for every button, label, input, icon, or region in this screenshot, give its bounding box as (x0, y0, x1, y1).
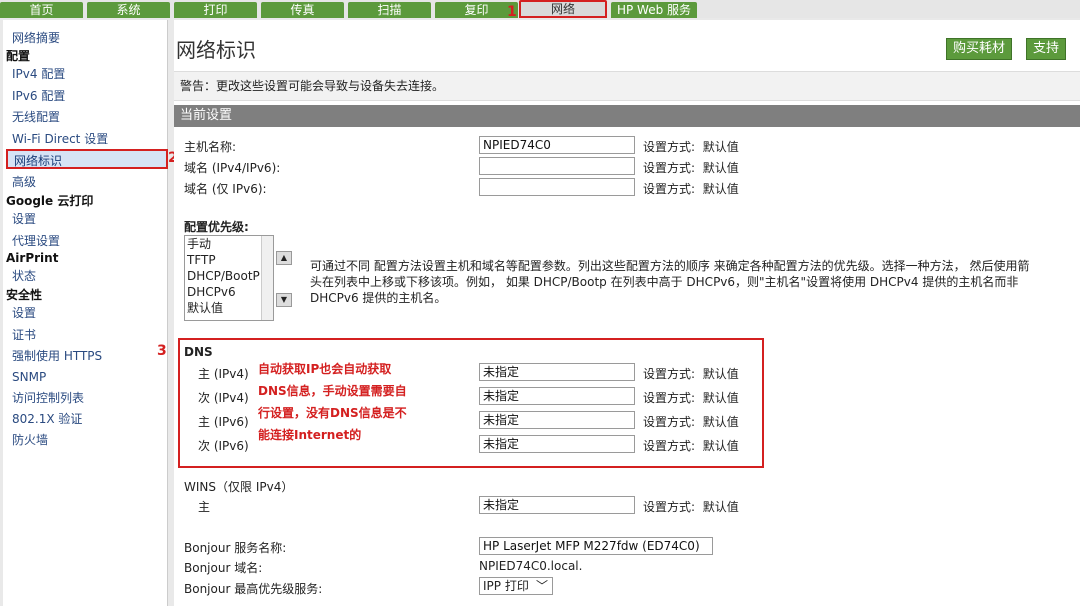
tab-scan[interactable]: 扫描 (348, 2, 431, 18)
dns-title: DNS (184, 345, 213, 359)
bonjour-domain-label: Bonjour 域名: (184, 561, 263, 575)
sidebar-item-airprint-status[interactable]: 状态 (3, 266, 168, 286)
warning-message: 警告：更改这些设置可能会导致与设备失去连接。 (174, 71, 1080, 101)
support-button[interactable]: 支持 (1026, 38, 1067, 60)
dns-secondary-ipv6-config-method: 设置方式: 默认值 (643, 439, 739, 453)
config-priority-label: 配置优先级: (184, 220, 249, 234)
bonjour-service-name-label: Bonjour 服务名称: (184, 541, 287, 555)
wins-primary-label: 主 (198, 500, 211, 514)
dns-secondary-ipv4-config-method: 设置方式: 默认值 (643, 391, 739, 405)
bonjour-domain-value: NPIED74C0.local. (479, 559, 583, 573)
bonjour-priority-service-label: Bonjour 最高优先级服务: (184, 582, 323, 596)
domain-ipv6-only-input[interactable] (479, 178, 635, 196)
sidebar-heading-config: 配置 (6, 49, 31, 63)
sidebar-item-access-control-list[interactable]: 访问控制列表 (3, 388, 168, 408)
domain-ipv4-ipv6-label: 域名 (IPv4/IPv6): (184, 161, 281, 175)
domain-ipv4-ipv6-config-method: 设置方式: 默认值 (643, 161, 739, 175)
sidebar-item-network-identity[interactable]: 网络标识 (6, 149, 168, 169)
tab-system[interactable]: 系统 (87, 2, 170, 18)
tab-hp-web-services[interactable]: HP Web 服务 (611, 2, 697, 18)
chevron-down-icon: ﹀ (535, 579, 548, 593)
top-tab-bar: 首页 系统 打印 传真 扫描 复印 1 网络 HP Web 服务 (0, 0, 1080, 20)
bonjour-service-name-input[interactable]: HP LaserJet MFP M227fdw (ED74C0) (479, 537, 713, 555)
tab-fax[interactable]: 传真 (261, 2, 344, 18)
list-item[interactable]: TFTP (185, 252, 273, 268)
sidebar-item-snmp[interactable]: SNMP (3, 367, 168, 387)
hostname-input[interactable]: NPIED74C0 (479, 136, 635, 154)
dns-primary-ipv6-config-method: 设置方式: 默认值 (643, 415, 739, 429)
annotation-marker-3: 3 (157, 343, 167, 359)
domain-ipv6-only-label: 域名 (仅 IPv6): (184, 182, 267, 196)
list-item[interactable]: 默认值 (185, 300, 273, 316)
hostname-label: 主机名称: (184, 140, 237, 154)
sidebar-item-certificates[interactable]: 证书 (3, 325, 168, 345)
dns-secondary-ipv4-label: 次 (IPv4) (198, 391, 249, 405)
dns-secondary-ipv6-label: 次 (IPv6) (198, 439, 249, 453)
dns-secondary-ipv6-input[interactable]: 未指定 (479, 435, 635, 453)
page-title: 网络标识 (176, 38, 256, 62)
dns-primary-ipv4-input[interactable]: 未指定 (479, 363, 635, 381)
sidebar-item-network-summary[interactable]: 网络摘要 (3, 28, 168, 48)
bonjour-priority-service-select[interactable]: IPP 打印 ﹀ (479, 577, 553, 595)
dns-annotation-note: 自动获取IP也会自动获取DNS信息，手动设置需要自行设置，没有DNS信息是不能连… (258, 362, 407, 442)
move-up-button[interactable]: ▲ (276, 251, 292, 265)
wins-primary-config-method: 设置方式: 默认值 (643, 500, 739, 514)
sidebar-item-advanced[interactable]: 高级 (3, 172, 168, 192)
domain-ipv4-ipv6-input[interactable] (479, 157, 635, 175)
sidebar-item-firewall[interactable]: 防火墙 (3, 430, 168, 450)
wins-title: WINS（仅限 IPv4） (184, 480, 294, 494)
sidebar-heading-airprint: AirPrint (6, 251, 59, 265)
list-item[interactable]: DHCP/BootP (185, 268, 273, 284)
bonjour-priority-service-value: IPP 打印 (483, 579, 529, 593)
sidebar-item-gcp-settings[interactable]: 设置 (3, 209, 168, 229)
main-panel: 网络标识 购买耗材 支持 警告：更改这些设置可能会导致与设备失去连接。 当前设置… (174, 20, 1080, 606)
config-priority-listbox[interactable]: 手动 TFTP DHCP/BootP DHCPv6 默认值 (184, 235, 274, 321)
hostname-config-method: 设置方式: 默认值 (643, 140, 739, 154)
domain-ipv6-only-config-method: 设置方式: 默认值 (643, 182, 739, 196)
sidebar-item-ipv6-config[interactable]: IPv6 配置 (3, 86, 168, 106)
sidebar: 网络摘要 配置 IPv4 配置 IPv6 配置 无线配置 Wi-Fi Direc… (3, 20, 168, 606)
sidebar-item-ipv4-config[interactable]: IPv4 配置 (3, 64, 168, 84)
listbox-scrollbar[interactable] (261, 236, 273, 320)
dns-primary-ipv6-input[interactable]: 未指定 (479, 411, 635, 429)
dns-primary-ipv6-label: 主 (IPv6) (198, 415, 249, 429)
tab-network[interactable]: 网络 (519, 0, 607, 18)
dns-primary-ipv4-config-method: 设置方式: 默认值 (643, 367, 739, 381)
buy-supplies-button[interactable]: 购买耗材 (946, 38, 1013, 60)
priority-help-text: 可通过不同 配置方法设置主机和域名等配置参数。列出这些配置方法的顺序 来确定各种… (310, 259, 1030, 305)
tab-copy[interactable]: 复印 (435, 2, 518, 18)
sidebar-item-force-https[interactable]: 强制使用 HTTPS (3, 346, 168, 366)
tab-print[interactable]: 打印 (174, 2, 257, 18)
sidebar-heading-google-cloud-print: Google 云打印 (6, 194, 94, 208)
annotation-marker-1: 1 (507, 4, 517, 20)
sidebar-item-wifi-direct[interactable]: Wi-Fi Direct 设置 (3, 129, 168, 149)
sidebar-item-wireless-config[interactable]: 无线配置 (3, 107, 168, 127)
section-header-current-settings: 当前设置 (174, 105, 1080, 127)
list-item[interactable]: 手动 (185, 236, 273, 252)
tab-home[interactable]: 首页 (0, 2, 83, 18)
sidebar-item-8021x-auth[interactable]: 802.1X 验证 (3, 409, 168, 429)
sidebar-item-security-settings[interactable]: 设置 (3, 303, 168, 323)
move-down-button[interactable]: ▼ (276, 293, 292, 307)
sidebar-heading-security: 安全性 (6, 288, 43, 302)
dns-primary-ipv4-label: 主 (IPv4) (198, 367, 249, 381)
wins-primary-input[interactable]: 未指定 (479, 496, 635, 514)
dns-secondary-ipv4-input[interactable]: 未指定 (479, 387, 635, 405)
list-item[interactable]: DHCPv6 (185, 284, 273, 300)
